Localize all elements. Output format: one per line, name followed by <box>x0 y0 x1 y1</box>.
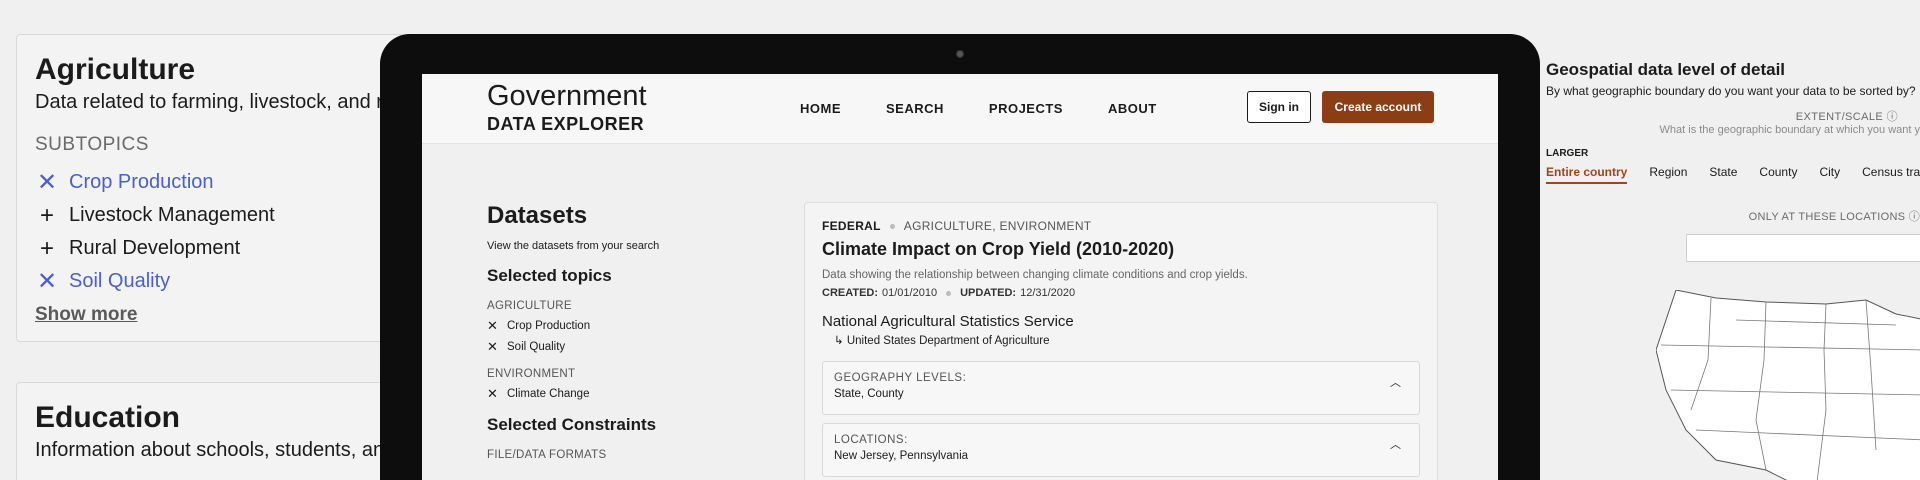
extent-scale-label: EXTENT/SCALE ⓘ <box>1795 111 1898 123</box>
logo-government[interactable]: Government <box>487 80 647 113</box>
page-title: Datasets <box>487 202 588 229</box>
page-subtitle: View the datasets from your search <box>487 240 660 252</box>
topic-label: Livestock Management <box>69 204 275 226</box>
selected-topics-title: Selected topics <box>487 266 612 285</box>
dataset-parent-org: ↳ United States Department of Agricultur… <box>834 333 1420 347</box>
scale-tabs: Entire country Region State County City … <box>1546 165 1920 184</box>
education-desc: Information about schools, students, an <box>35 439 385 461</box>
laptop-frame: Government DATA EXPLORER HOME SEARCH PRO… <box>380 34 1540 480</box>
dataset-title[interactable]: Climate Impact on Crop Yield (2010-2020) <box>822 239 1420 260</box>
dataset-meta: FEDERAL AGRICULTURE, ENVIRONMENT <box>822 219 1420 233</box>
chip-label: Soil Quality <box>507 341 566 353</box>
topic-rural-development[interactable]: + Rural Development <box>35 232 417 265</box>
subdirectory-arrow-icon: ↳ <box>834 335 844 347</box>
dataset-description: Data showing the relationship between ch… <box>822 269 1248 281</box>
filter-chip-soil-quality[interactable]: ✕ Soil Quality <box>487 339 747 355</box>
agriculture-desc: Data related to farming, livestock, and … <box>35 91 383 113</box>
dataset-tags: AGRICULTURE, ENVIRONMENT <box>903 219 1092 233</box>
group-environment: ENVIRONMENT <box>487 368 576 380</box>
accordion-value: State, County <box>834 388 904 400</box>
topic-crop-production[interactable]: ✕ Crop Production <box>35 166 417 199</box>
chevron-up-icon[interactable]: ︿ <box>1390 374 1401 390</box>
updated-label: UPDATED: <box>960 287 1017 299</box>
scale-state[interactable]: State <box>1709 165 1737 184</box>
topic-livestock-management[interactable]: + Livestock Management <box>35 199 417 232</box>
close-icon: ✕ <box>36 168 58 196</box>
filter-chip-climate-change[interactable]: ✕ Climate Change <box>487 386 747 402</box>
close-icon[interactable]: ✕ <box>487 318 501 334</box>
plus-icon: + <box>39 234 54 262</box>
agriculture-title: Agriculture <box>35 53 196 86</box>
geospatial-panel: Geospatial data level of detail By what … <box>1546 60 1920 480</box>
scale-entire-country[interactable]: Entire country <box>1546 165 1628 184</box>
close-icon[interactable]: ✕ <box>487 386 501 402</box>
chevron-up-icon[interactable]: ︿ <box>1390 436 1401 452</box>
scale-county[interactable]: County <box>1759 165 1797 184</box>
chip-label: Crop Production <box>507 320 591 332</box>
help-icon[interactable]: ⓘ <box>1909 211 1920 223</box>
education-card: Education Information about schools, stu… <box>16 382 436 480</box>
topic-label: Soil Quality <box>69 270 171 292</box>
create-account-button[interactable]: Create account <box>1322 91 1434 123</box>
accordion-label: LOCATIONS: <box>834 434 908 446</box>
camera-icon <box>956 50 964 58</box>
locations-input[interactable] <box>1686 234 1920 262</box>
nav-about[interactable]: ABOUT <box>1108 101 1157 116</box>
scale-region[interactable]: Region <box>1649 165 1687 184</box>
sign-in-button[interactable]: Sign in <box>1247 91 1311 123</box>
dataset-source: National Agricultural Statistics Service <box>822 313 1074 330</box>
parent-org-label: United States Department of Agriculture <box>846 335 1050 347</box>
chip-label: Climate Change <box>507 388 590 400</box>
filter-sidebar: Datasets View the datasets from your sea… <box>487 202 747 467</box>
geospatial-title: Geospatial data level of detail <box>1546 60 1786 79</box>
dataset-result-card[interactable]: FEDERAL AGRICULTURE, ENVIRONMENT Climate… <box>804 202 1438 480</box>
show-more-link[interactable]: Show more <box>35 304 417 326</box>
agriculture-card: Agriculture Data related to farming, liv… <box>16 34 436 342</box>
dataset-level: FEDERAL <box>822 219 881 233</box>
group-agriculture: AGRICULTURE <box>487 300 572 312</box>
topic-label: Crop Production <box>69 171 214 193</box>
separator-dot <box>946 290 952 296</box>
group-file-formats: FILE/DATA FORMATS <box>487 449 607 461</box>
topic-soil-quality[interactable]: ✕ Soil Quality <box>35 265 417 298</box>
scale-city[interactable]: City <box>1819 165 1840 184</box>
nav-home[interactable]: HOME <box>800 101 841 116</box>
larger-label: LARGER <box>1546 148 1589 159</box>
us-map <box>1656 290 1920 480</box>
dataset-dates: CREATED: 01/01/2010 UPDATED: 12/31/2020 <box>822 287 1420 299</box>
laptop-screen: Government DATA EXPLORER HOME SEARCH PRO… <box>422 74 1498 480</box>
topic-label: Rural Development <box>69 237 241 259</box>
nav-projects[interactable]: PROJECTS <box>989 101 1063 116</box>
main-nav: HOME SEARCH PROJECTS ABOUT <box>800 101 1202 116</box>
selected-constraints-title: Selected Constraints <box>487 415 657 434</box>
logo-data-explorer[interactable]: DATA EXPLORER <box>487 114 644 135</box>
only-locations-label: ONLY AT THESE LOCATIONS ⓘ <box>1748 211 1920 223</box>
extent-desc: What is the geographic boundary at which… <box>1659 124 1920 136</box>
help-icon[interactable]: ⓘ <box>1887 111 1898 123</box>
accordion-value: New Jersey, Pennsylvania <box>834 450 969 462</box>
accordion-locations[interactable]: LOCATIONS: New Jersey, Pennsylvania ︿ <box>822 423 1420 477</box>
site-header: Government DATA EXPLORER HOME SEARCH PRO… <box>422 74 1498 144</box>
close-icon: ✕ <box>36 267 58 295</box>
accordion-label: GEOGRAPHY LEVELS: <box>834 372 967 384</box>
close-icon[interactable]: ✕ <box>487 339 501 355</box>
filter-chip-crop-production[interactable]: ✕ Crop Production <box>487 318 747 334</box>
nav-search[interactable]: SEARCH <box>886 101 944 116</box>
subtopics-label: SUBTOPICS <box>35 134 149 155</box>
plus-icon: + <box>39 201 54 229</box>
education-title: Education <box>35 401 181 434</box>
updated-date: 12/31/2020 <box>1020 287 1076 299</box>
separator-dot <box>889 223 895 229</box>
scale-census-tract[interactable]: Census tract <box>1862 165 1920 184</box>
created-date: 01/01/2010 <box>882 287 938 299</box>
accordion-geography-levels[interactable]: GEOGRAPHY LEVELS: State, County ︿ <box>822 361 1420 415</box>
created-label: CREATED: <box>822 287 879 299</box>
geospatial-question: By what geographic boundary do you want … <box>1546 84 1916 98</box>
